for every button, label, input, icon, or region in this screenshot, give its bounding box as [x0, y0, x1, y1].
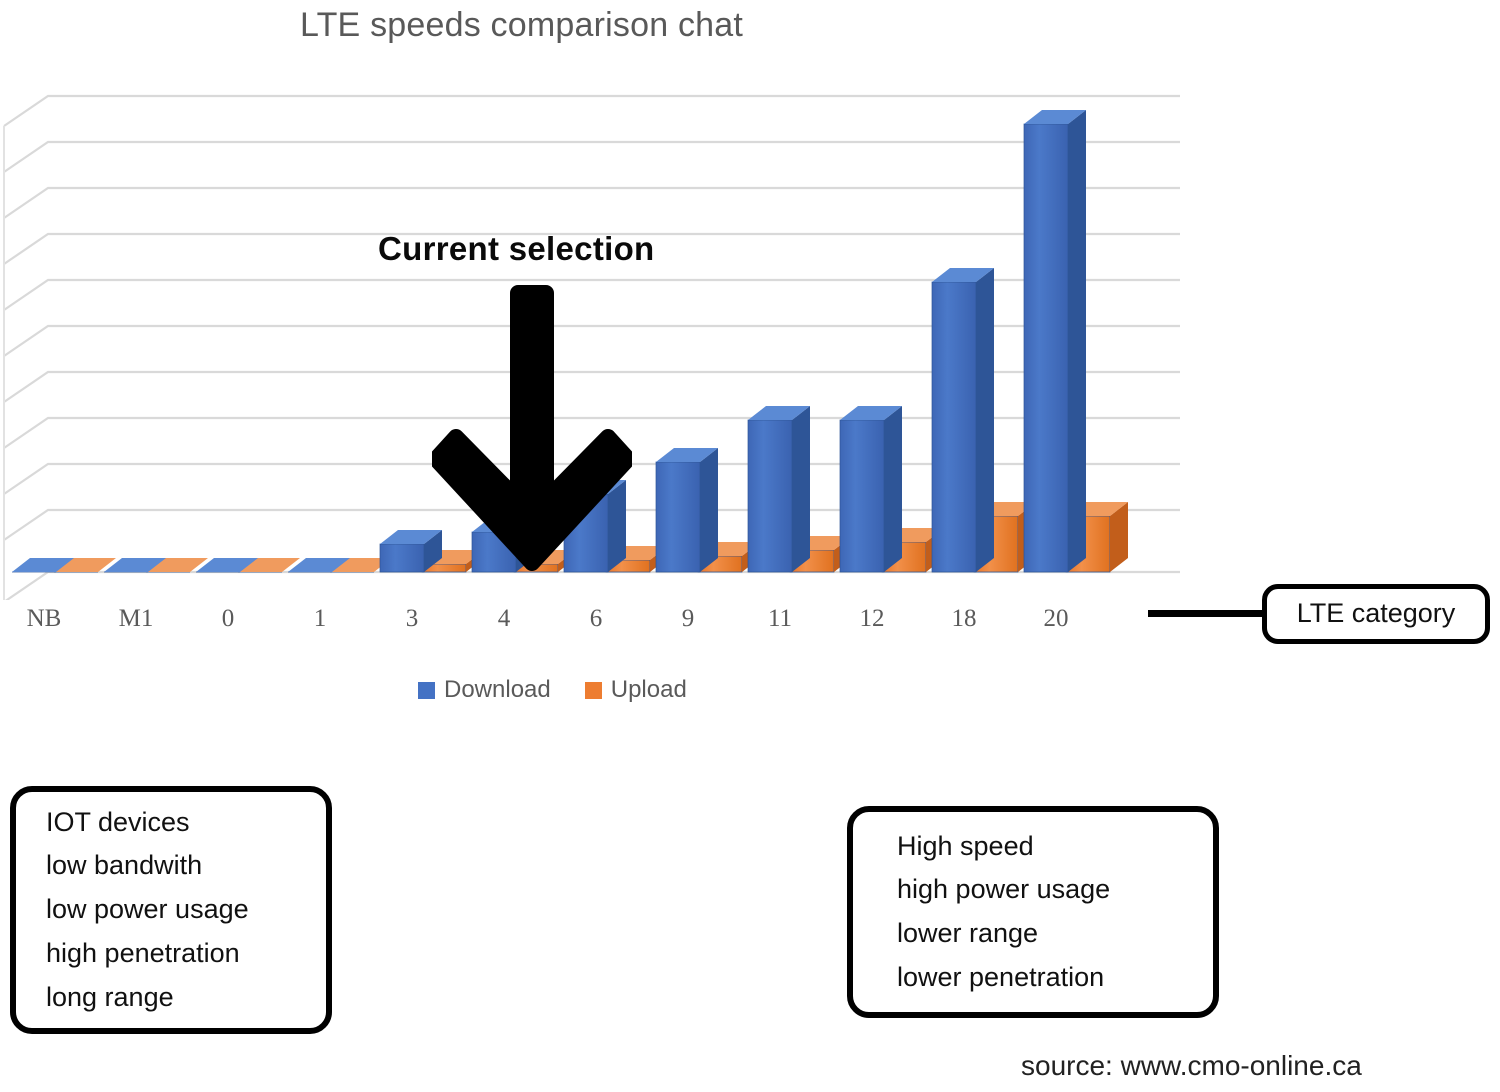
x-axis-tick-label: NB	[26, 605, 62, 632]
legend-label: Download	[444, 676, 551, 703]
x-axis-tick-label: 6	[589, 605, 603, 632]
callout-line: lower range	[897, 918, 1039, 948]
legend-label: Upload	[610, 676, 687, 703]
bar-face	[792, 406, 810, 572]
x-axis-tick-label: M1	[118, 605, 154, 632]
bar-download-18[interactable]	[931, 268, 994, 573]
x-axis-tick-label: 1	[313, 605, 327, 632]
down-arrow-icon	[432, 285, 632, 571]
callout-line: low bandwith	[46, 850, 203, 881]
bar-download-9[interactable]	[655, 448, 718, 573]
callout-iot-devices: IOT devices low bandwith low power usage…	[10, 786, 332, 1034]
bar-face	[1068, 110, 1086, 572]
x-axis-tick-label: 11	[767, 605, 793, 632]
bar-face	[839, 419, 885, 573]
bar-face	[976, 268, 994, 572]
current-selection-annotation: Current selection	[378, 230, 655, 267]
callout-line: IOT devices	[46, 806, 190, 837]
callout-high-speed: High speed high power usage lower range …	[847, 806, 1219, 1018]
legend-entry-download[interactable]: Download	[418, 676, 551, 704]
x-axis-tick-label: 12	[859, 605, 885, 632]
callout-line: high power usage	[897, 874, 1111, 905]
source-attribution: source: www.cmo-online.ca	[1021, 1050, 1362, 1081]
callout-line: low power usage	[46, 894, 249, 925]
callout-line: long range	[46, 981, 174, 1012]
bar-face	[747, 419, 793, 573]
x-axis-tick-label: 18	[951, 605, 977, 632]
legend-entry-upload[interactable]: Upload	[584, 676, 687, 704]
bar-download-20[interactable]	[1023, 110, 1086, 573]
x-axis-tick-label: 4	[497, 605, 511, 632]
bar-face	[884, 406, 902, 572]
bar-download-11[interactable]	[747, 406, 810, 573]
bar-face	[1023, 123, 1069, 573]
legend-swatch-icon	[584, 681, 602, 699]
bar-download-12[interactable]	[839, 406, 902, 573]
chart-legend: Download Upload	[418, 676, 687, 704]
callout-line: High speed	[897, 830, 1034, 861]
chart-plot-area: Current selection	[0, 80, 1200, 600]
callout-line: LTE category	[1296, 598, 1456, 629]
callout-line: high penetration	[46, 937, 240, 968]
callout-line: lower penetration	[897, 961, 1105, 992]
bar-face	[700, 448, 718, 572]
lte-category-leader-line	[1148, 610, 1264, 617]
x-axis-tick-label: 3	[405, 605, 419, 632]
bar-face	[931, 281, 977, 573]
x-axis-labels: NB M1 0 1 3 4 6 9 11 12 18 20	[0, 605, 1160, 647]
callout-lte-category: LTE category	[1262, 584, 1490, 644]
bar-face	[379, 543, 425, 573]
page-title: LTE speeds comparison chat	[300, 6, 744, 44]
bar-face	[655, 461, 701, 573]
x-axis-tick-label: 0	[221, 605, 235, 632]
legend-swatch-icon	[418, 681, 435, 699]
x-axis-tick-label: 9	[681, 605, 695, 632]
x-axis-tick-label: 20	[1043, 605, 1069, 632]
